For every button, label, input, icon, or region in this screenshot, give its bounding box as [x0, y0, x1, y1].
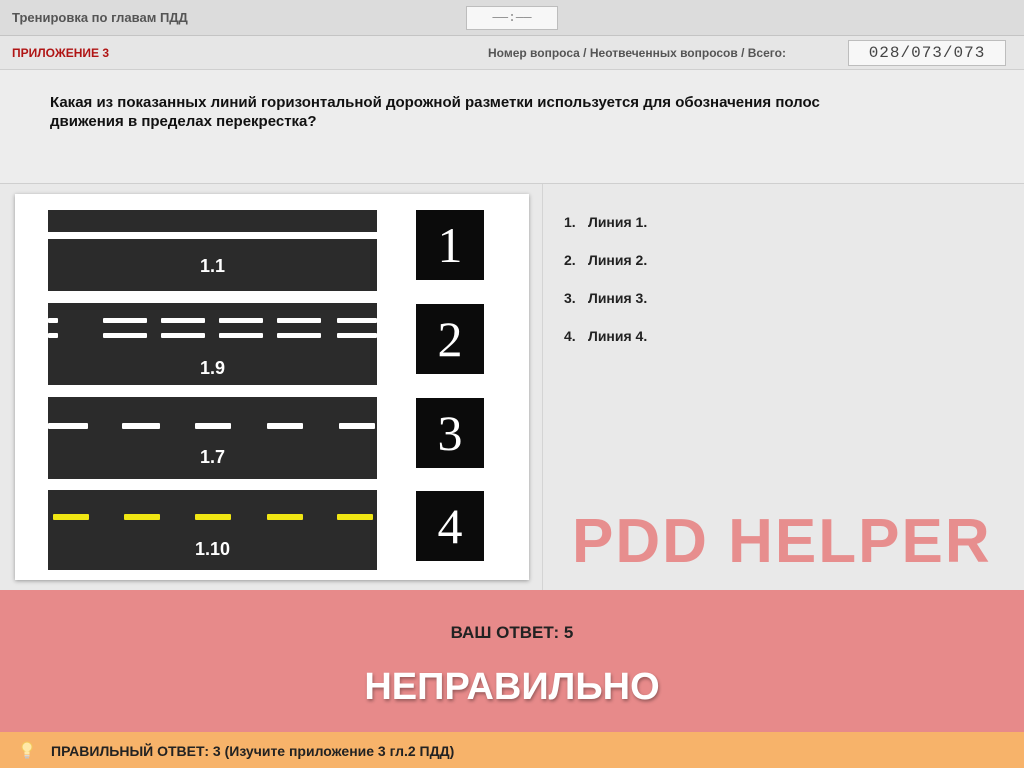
- answer-text: Линия 1.: [588, 214, 648, 230]
- app-title: Тренировка по главам ПДД: [12, 10, 188, 25]
- dash-2c: [103, 318, 147, 323]
- question-counter: 028/073/073: [848, 40, 1006, 66]
- dash-2d: [103, 333, 147, 338]
- result-panel: ВАШ ОТВЕТ: 5 НЕПРАВИЛЬНО: [0, 590, 1024, 732]
- answer-list: 1. Линия 1. 2. Линия 2. 3. Линия 3. 4. Л…: [564, 214, 647, 366]
- answer-option-4[interactable]: 4. Линия 4.: [564, 328, 647, 366]
- question-info-bar: ПРИЛОЖЕНИЕ 3 Номер вопроса / Неотвеченны…: [0, 36, 1024, 70]
- verdict-text: НЕПРАВИЛЬНО: [364, 666, 660, 708]
- answer-option-3[interactable]: 3. Линия 3.: [564, 290, 647, 328]
- dash-2i: [277, 318, 321, 323]
- answer-text: Линия 2.: [588, 252, 648, 268]
- image-panel: 1.1 1 1.9 2 1.7 3 1.10 4: [0, 184, 543, 590]
- dash-3c: [195, 423, 231, 429]
- answer-number: 3.: [564, 290, 576, 306]
- dash-2a: [48, 318, 58, 323]
- dash-4b: [124, 514, 160, 520]
- your-answer: ВАШ ОТВЕТ: 5: [450, 623, 574, 642]
- top-bar: Тренировка по главам ПДД ——:——: [0, 0, 1024, 36]
- road-marking-1-upper: [48, 210, 377, 232]
- dash-3b: [122, 423, 160, 429]
- answer-number: 4.: [564, 328, 576, 344]
- dash-2e: [161, 318, 205, 323]
- marking-label-4: 1.10: [194, 539, 231, 559]
- watermark: PDD HELPER: [572, 507, 992, 576]
- dash-2g: [219, 318, 263, 323]
- dash-2f: [161, 333, 205, 338]
- answer-text: Линия 3.: [588, 290, 648, 306]
- question-text: Какая из показанных линий горизонтальной…: [50, 94, 820, 130]
- question-counter-label: Номер вопроса / Неотвеченных вопросов / …: [488, 46, 786, 60]
- correct-answer-text: ПРАВИЛЬНЫЙ ОТВЕТ: 3 (Изучите приложение …: [51, 743, 455, 759]
- appendix-label: ПРИЛОЖЕНИЕ 3: [12, 46, 110, 60]
- dash-3d: [267, 423, 303, 429]
- solid-line-1.1: [48, 232, 377, 239]
- marking-label-1: 1.1: [199, 256, 226, 276]
- road-markings-image: 1.1 1 1.9 2 1.7 3 1.10 4: [15, 194, 529, 580]
- timer-display: ——:——: [466, 6, 558, 30]
- answer-text: Линия 4.: [588, 328, 648, 344]
- correct-answer-bar: ПРАВИЛЬНЫЙ ОТВЕТ: 3 (Изучите приложение …: [0, 732, 1024, 768]
- lightbulb-icon: [21, 741, 33, 759]
- dash-2h: [219, 333, 263, 338]
- dash-4c: [195, 514, 231, 520]
- dash-2k: [337, 318, 377, 323]
- marking-label-3: 1.7: [199, 447, 226, 467]
- dash-2l: [337, 333, 377, 338]
- dash-4e: [337, 514, 373, 520]
- dash-3a: [48, 423, 88, 429]
- dash-2j: [277, 333, 321, 338]
- line-number-3: 3: [416, 398, 484, 468]
- line-number-1: 1: [416, 210, 484, 280]
- question-panel: Какая из показанных линий горизонтальной…: [0, 70, 1024, 184]
- answer-number: 1.: [564, 214, 576, 230]
- dash-4d: [267, 514, 303, 520]
- line-number-4: 4: [416, 491, 484, 561]
- answer-option-1[interactable]: 1. Линия 1.: [564, 214, 647, 252]
- answer-number: 2.: [564, 252, 576, 268]
- content-area: 1.1 1 1.9 2 1.7 3 1.10 4 1. Линия 1. 2. …: [0, 184, 1024, 590]
- dash-3e: [339, 423, 375, 429]
- marking-label-2: 1.9: [199, 358, 226, 378]
- answer-option-2[interactable]: 2. Линия 2.: [564, 252, 647, 290]
- dash-4a: [53, 514, 89, 520]
- dash-2b: [48, 333, 58, 338]
- line-number-2: 2: [416, 304, 484, 374]
